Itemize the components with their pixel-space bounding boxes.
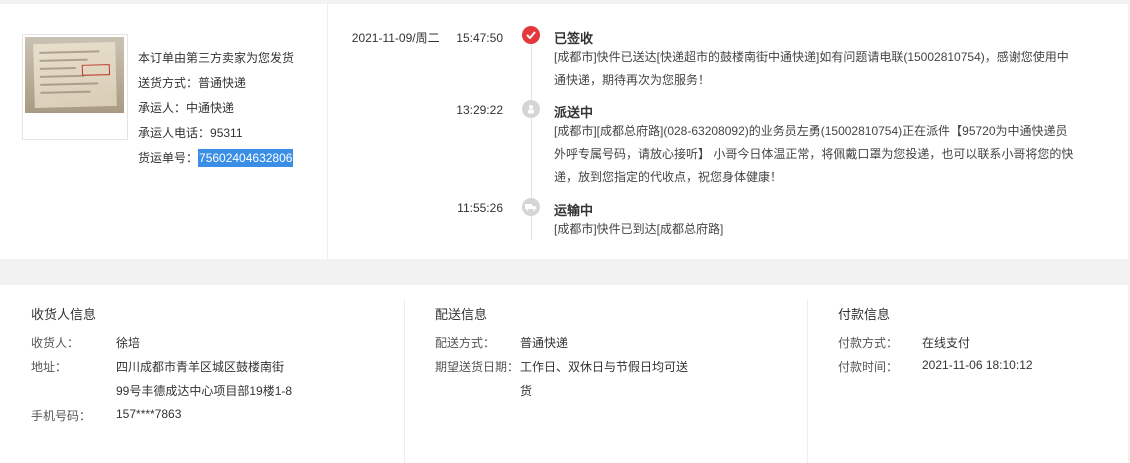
event-status: 派送中 (554, 105, 594, 120)
carrier: 承运人：中通快递 (138, 101, 235, 115)
payment-time-label: 付款时间： (838, 360, 899, 374)
payment-method-label: 付款方式： (838, 336, 899, 350)
delivery-section: 配送信息 配送方式： 普通快递 期望送货日期： 工作日、双休日与节假日均可送 货 (405, 285, 807, 463)
delivery-method: 普通快递 (520, 336, 569, 350)
tracking-number-row: 货运单号：75602404632806 (138, 149, 294, 167)
event-time: 11:55:26 (457, 201, 503, 215)
event-status: 运输中 (554, 203, 594, 218)
timeline-rail (531, 44, 532, 104)
payment-time: 2021-11-06 18:10:12 (922, 358, 1033, 372)
courier-icon (522, 100, 540, 118)
tracking-number[interactable]: 75602404632806 (198, 149, 294, 167)
event-time: 13:29:22 (456, 103, 503, 117)
receiver-name: 徐培 (116, 336, 141, 350)
order-info-card: 收货人信息 收货人： 徐培 地址： 四川成都市青羊区城区鼓楼南街 99号丰德成达… (0, 285, 1128, 463)
seller-note: 本订单由第三方卖家为您发货 (138, 51, 295, 65)
carrier-phone: 承运人电话：95311 (138, 126, 243, 140)
phone-label: 手机号码： (31, 409, 92, 423)
event-detail: [成都市]快件已到达[成都总府路] (554, 222, 724, 236)
section-title: 收货人信息 (31, 307, 97, 322)
receiver-label: 收货人： (31, 336, 80, 350)
truck-icon (522, 198, 540, 216)
address-label: 地址： (31, 360, 68, 374)
delivery-date: 货 (520, 384, 533, 398)
section-title: 付款信息 (838, 307, 891, 322)
event-detail: [成都市][成都总府路](028-63208092)的业务员左勇(1500281… (554, 124, 1074, 184)
event-status: 已签收 (554, 31, 594, 46)
timeline-rail (531, 118, 532, 198)
section-title: 配送信息 (435, 307, 488, 322)
delivery-date: 工作日、双休日与节假日均可送 (520, 360, 689, 374)
event-detail: [成都市]快件已送达[快递超市的鼓楼南街中通快递]如有问题请电联(1500281… (554, 50, 1069, 87)
shipping-method: 送货方式：普通快递 (138, 76, 247, 90)
payment-section: 付款信息 付款方式： 在线支付 付款时间： 2021-11-06 18:10:1… (808, 285, 1128, 463)
address-line: 四川成都市青羊区城区鼓楼南街 (116, 360, 285, 374)
vertical-divider (327, 4, 328, 259)
shipment-info: 本订单由第三方卖家为您发货 送货方式：普通快递 承运人：中通快递 承运人电话：9… (138, 46, 294, 171)
event-date: 2021-11-09/周二 15:47:50 (351, 31, 503, 45)
payment-method: 在线支付 (922, 336, 971, 350)
timeline-rail (531, 215, 532, 240)
check-icon (522, 26, 540, 44)
receiver-section: 收货人信息 收货人： 徐培 地址： 四川成都市青羊区城区鼓楼南街 99号丰德成达… (0, 285, 404, 463)
product-image (25, 37, 124, 113)
address-line: 99号丰德成达中心项目部19楼1-8 (116, 384, 293, 398)
receiver-phone: 157****7863 (116, 407, 182, 421)
delivery-date-label: 期望送货日期： (435, 360, 520, 374)
product-thumbnail[interactable] (22, 34, 128, 140)
delivery-method-label: 配送方式： (435, 336, 496, 350)
